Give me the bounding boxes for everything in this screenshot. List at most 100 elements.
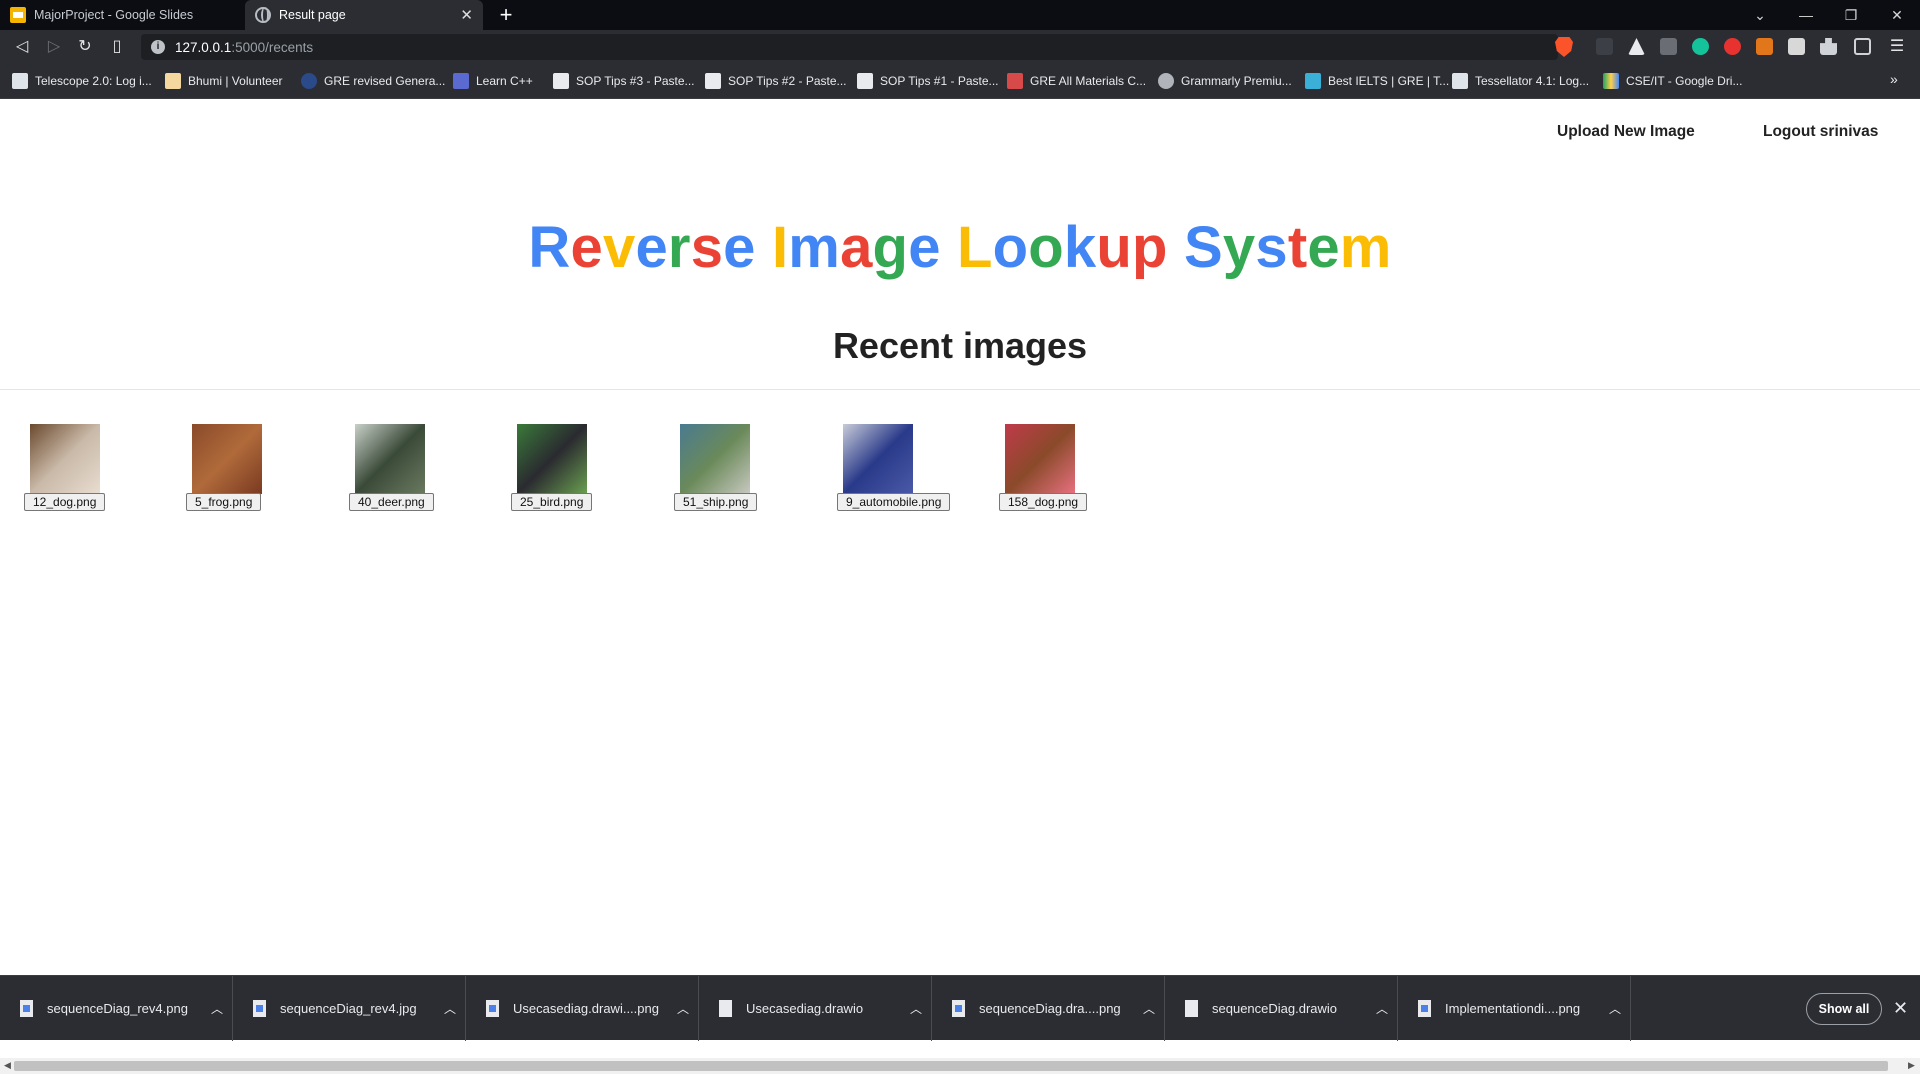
download-item[interactable]: Implementationdi....png ︿ (1398, 976, 1631, 1041)
image-filename-button[interactable]: 51_ship.png (674, 493, 758, 511)
divider (0, 389, 1920, 390)
address-bar[interactable]: i 127.0.0.1 :5000/recents (141, 34, 1558, 60)
bookmarks-bar: Telescope 2.0: Log i... Bhumi | Voluntee… (0, 63, 1920, 99)
scroll-right-icon[interactable]: ▶ (1908, 1060, 1915, 1071)
bookmark-item[interactable]: SOP Tips #2 - Paste... (705, 71, 847, 91)
chevron-up-icon[interactable]: ︿ (901, 1000, 931, 1017)
screenshot-extension-icon[interactable] (1788, 38, 1805, 55)
back-button[interactable]: ◁ (11, 36, 33, 58)
grammarly-icon[interactable] (1692, 38, 1709, 55)
menu-icon[interactable]: ☰ (1886, 36, 1908, 58)
chevron-up-icon[interactable]: ︿ (1367, 1000, 1397, 1017)
chevron-up-icon[interactable]: ︿ (435, 1000, 465, 1017)
title-letter: a (840, 215, 873, 280)
title-letter: v (602, 215, 636, 280)
download-item[interactable]: Usecasediag.drawi....png ︿ (466, 976, 699, 1041)
metamask-icon[interactable] (1756, 38, 1773, 55)
bookmark-item[interactable]: Tessellator 4.1: Log... (1452, 71, 1589, 91)
image-filename-button[interactable]: 158_dog.png (999, 493, 1088, 511)
download-item[interactable]: sequenceDiag.dra....png ︿ (932, 976, 1165, 1041)
download-item[interactable]: sequenceDiag.drawio ︿ (1165, 976, 1398, 1041)
image-file-icon (1418, 1000, 1431, 1017)
image-thumbnail[interactable] (517, 424, 587, 494)
bookmark-favicon-icon (1158, 73, 1174, 89)
chevron-up-icon[interactable]: ︿ (1134, 1000, 1164, 1017)
new-tab-button[interactable]: + (494, 3, 518, 27)
close-tab-icon[interactable]: ✕ (460, 6, 473, 24)
image-thumbnail[interactable] (1005, 424, 1075, 494)
chevron-up-icon[interactable]: ︿ (1600, 1000, 1630, 1017)
tab-strip: MajorProject - Google Slides Result page… (0, 0, 1920, 30)
chevron-up-icon[interactable]: ︿ (202, 1000, 232, 1017)
image-thumbnail[interactable] (680, 424, 750, 494)
forward-button[interactable]: ▷ (43, 36, 65, 58)
bookmark-item[interactable]: Grammarly Premiu... (1158, 71, 1292, 91)
bookmark-favicon-icon (553, 73, 569, 89)
download-item[interactable]: sequenceDiag_rev4.jpg ︿ (233, 976, 466, 1041)
drive-extension-icon[interactable] (1628, 38, 1645, 55)
image-thumbnail[interactable] (843, 424, 913, 494)
title-letter: k (1063, 215, 1097, 280)
bookmark-item[interactable]: Learn C++ (453, 71, 533, 91)
bookmark-favicon-icon (1452, 73, 1468, 89)
tab-result-page[interactable]: Result page ✕ (245, 0, 483, 30)
show-all-button[interactable]: Show all (1806, 993, 1882, 1025)
red-extension-icon[interactable] (1724, 38, 1741, 55)
chevron-up-icon[interactable]: ︿ (668, 1000, 698, 1017)
bookmark-item[interactable]: GRE All Materials C... (1007, 71, 1146, 91)
title-letter: g (872, 215, 909, 280)
reader-extension-icon[interactable] (1660, 38, 1677, 55)
logout-link[interactable]: Logout srinivas (1763, 123, 1878, 141)
wallet-icon[interactable] (1854, 38, 1871, 55)
bookmark-item[interactable]: Best IELTS | GRE | T... (1305, 71, 1449, 91)
image-filename-button[interactable]: 25_bird.png (511, 493, 593, 511)
downloads-shelf: sequenceDiag_rev4.png ︿ sequenceDiag_rev4.… (0, 975, 1920, 1041)
minimize-button[interactable]: — (1783, 0, 1829, 30)
bookmark-item[interactable]: SOP Tips #3 - Paste... (553, 71, 695, 91)
download-filename: sequenceDiag_rev4.png (47, 1001, 188, 1016)
download-item[interactable]: sequenceDiag_rev4.png ︿ (0, 976, 233, 1041)
section-title: Recent images (832, 325, 1088, 366)
image-filename-button[interactable]: 9_automobile.png (837, 493, 951, 511)
image-filename-button[interactable]: 40_deer.png (349, 493, 434, 511)
bookmark-item[interactable]: GRE revised Genera... (301, 71, 445, 91)
upload-new-image-link[interactable]: Upload New Image (1557, 123, 1695, 141)
tab-search-button[interactable]: ⌄ (1737, 0, 1783, 30)
bookmark-item[interactable]: SOP Tips #1 - Paste... (857, 71, 999, 91)
image-filename-button[interactable]: 5_frog.png (186, 493, 262, 511)
document-file-icon (719, 1000, 732, 1017)
close-downloads-icon[interactable]: ✕ (1893, 998, 1908, 1019)
bookmark-item[interactable]: Telescope 2.0: Log i... (12, 71, 152, 91)
download-item[interactable]: Usecasediag.drawio ︿ (699, 976, 932, 1041)
image-thumbnail[interactable] (355, 424, 425, 494)
browser-toolbar: ◁ ▷ ↻ ▯ i 127.0.0.1 :5000/recents ☰ (0, 30, 1920, 63)
restore-button[interactable]: ❐ (1828, 0, 1874, 30)
image-file-icon (952, 1000, 965, 1017)
download-filename: Usecasediag.drawi....png (513, 1001, 659, 1016)
image-thumbnail[interactable] (192, 424, 262, 494)
scroll-left-icon[interactable]: ◀ (4, 1060, 11, 1071)
bookmark-item[interactable]: CSE/IT - Google Dri... (1603, 71, 1742, 91)
bookmark-item[interactable]: Bhumi | Volunteer (165, 71, 283, 91)
site-info-icon[interactable]: i (151, 40, 165, 54)
more-bookmarks-button[interactable]: » (1890, 71, 1898, 87)
horizontal-scrollbar[interactable]: ◀ ▶ (0, 1058, 1920, 1074)
title-letter (941, 215, 957, 280)
extension-icon[interactable] (1596, 38, 1613, 55)
scrollbar-thumb[interactable] (14, 1061, 1888, 1071)
window-close-button[interactable]: ✕ (1874, 0, 1920, 30)
title-letter: e (635, 215, 668, 280)
globe-icon (255, 7, 271, 23)
reload-button[interactable]: ↻ (74, 36, 96, 58)
extensions-puzzle-icon[interactable] (1820, 38, 1837, 55)
url-path: :5000/recents (231, 39, 314, 55)
page-title: Reverse Image Lookup System (0, 214, 1920, 281)
title-letter: s (690, 215, 724, 280)
title-letter: e (723, 215, 756, 280)
tab-google-slides[interactable]: MajorProject - Google Slides (0, 0, 242, 30)
title-letter (756, 215, 772, 280)
image-thumbnail[interactable] (30, 424, 100, 494)
title-letter: p (1132, 215, 1168, 280)
image-filename-button[interactable]: 12_dog.png (24, 493, 106, 511)
bookmark-icon[interactable]: ▯ (106, 36, 128, 58)
